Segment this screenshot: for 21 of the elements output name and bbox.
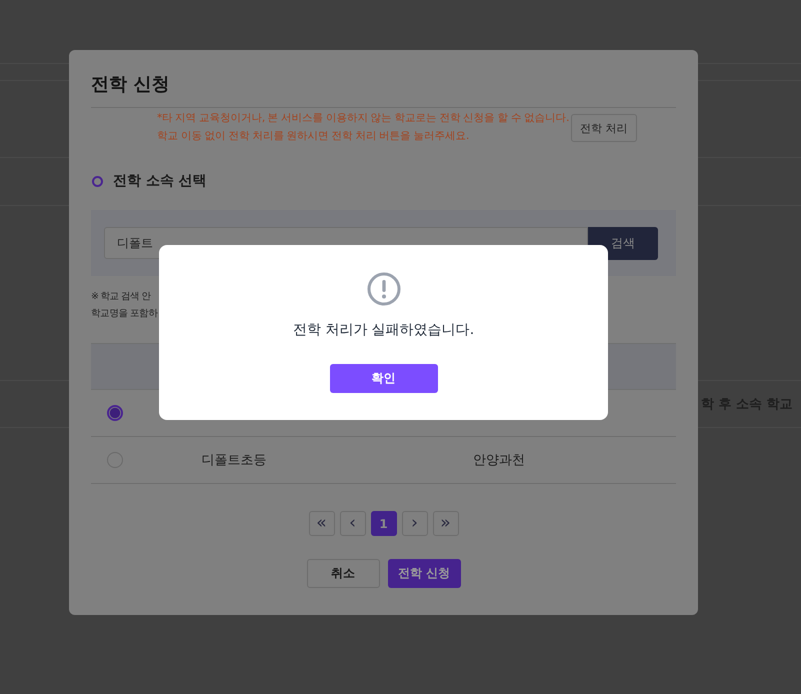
last-page-button[interactable]: » <box>432 511 458 536</box>
search-note: 학교명을 포함하 <box>91 307 158 321</box>
radio-button[interactable] <box>107 405 123 421</box>
confirm-button[interactable]: 확인 <box>330 364 438 393</box>
notice-text: 학교 이동 없이 전학 처리를 원하시면 전학 처리 버튼을 눌러주세요. <box>157 129 470 144</box>
first-page-button[interactable]: « <box>308 511 334 536</box>
alert-message: 전학 처리가 실패하였습니다. <box>292 321 474 339</box>
page-button[interactable]: 1 <box>370 511 396 536</box>
bullet-icon <box>92 176 103 186</box>
warning-icon <box>366 272 400 306</box>
next-page-button[interactable]: › <box>402 511 428 536</box>
table-cell: 디폴트초등 <box>202 453 266 468</box>
notice-text: *타 지역 교육청이거나, 본 서비스를 이용하지 않는 학교로는 전학 신청을 할 수 없습니다. <box>157 111 569 126</box>
transfer-process-button[interactable]: 전학 처리 <box>570 114 637 142</box>
table-cell: 안양과천 <box>473 453 525 468</box>
search-note: ※ 학교 검색 안 <box>91 290 151 304</box>
dialog-title: 전학 신청 <box>91 72 676 108</box>
section-title: 전학 소속 선택 <box>113 172 207 190</box>
submit-button[interactable]: 전학 신청 <box>388 559 460 588</box>
previous-page-button[interactable]: ‹ <box>340 511 366 536</box>
cancel-button[interactable]: 취소 <box>306 559 380 588</box>
